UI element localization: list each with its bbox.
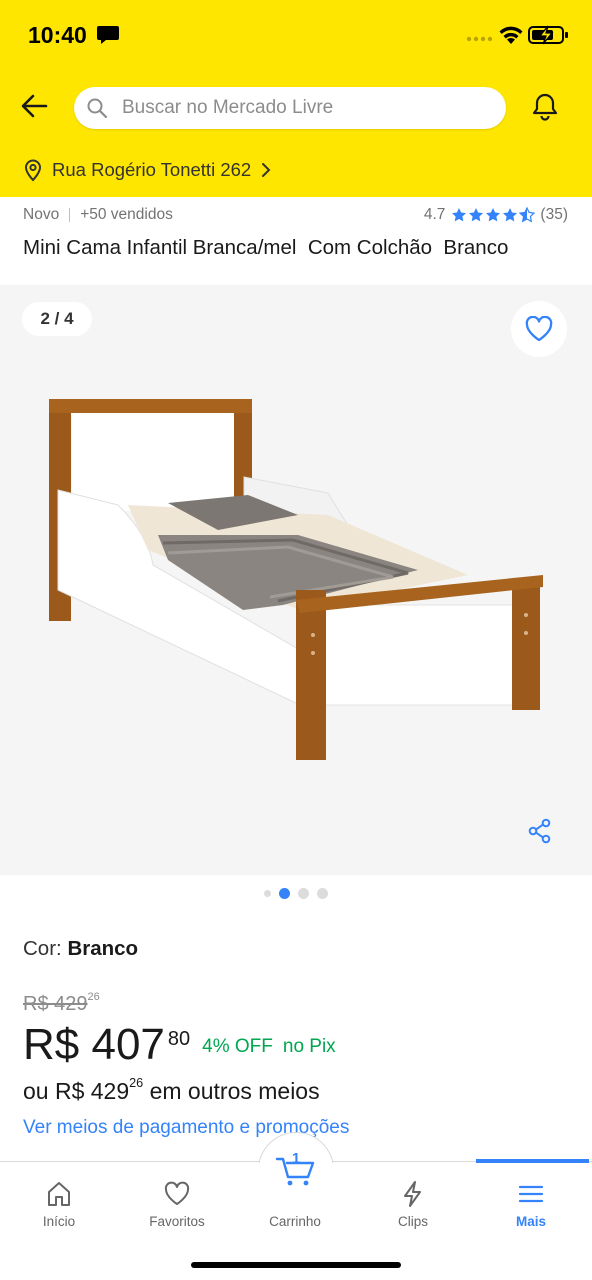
status-bar: 10:40 [0,0,592,72]
status-time: 10:40 [28,22,87,48]
shipping-address[interactable]: Rua Rogério Tonetti 262 [22,156,273,184]
installments-prefix: ou R$ 429 [23,1078,130,1104]
nav-label-carrinho: Carrinho [269,1214,321,1229]
condition-text: Novo [23,206,60,223]
nav-label-favoritos: Favoritos [149,1214,205,1229]
lightning-icon [404,1181,421,1207]
chevron-right-icon [262,163,271,177]
rating-summary[interactable]: 4.7 (35) [424,206,568,224]
current-price: R$ 407 80 4% OFF no Pix [23,1020,336,1070]
product-gallery[interactable]: 2 / 4 [0,285,592,875]
product-subtitle: Novo +50 vendidos [23,206,173,224]
nav-item-inicio[interactable]: Início [0,1162,118,1242]
search-icon [87,98,108,119]
nav-label-mais: Mais [515,1214,546,1229]
rating-stars [451,207,536,223]
product-title: Mini Cama Infantil Branca/mel Com Colchã… [23,236,509,259]
nav-item-mais[interactable]: Mais [472,1162,590,1242]
location-pin-icon [24,159,42,182]
price-amount: R$ 407 [23,1020,165,1069]
nav-item-carrinho[interactable]: Carrinho [236,1162,354,1242]
share-icon[interactable] [527,818,553,844]
header: 10:40 Buscar no Mercado Livre Rua Rogéri… [0,0,592,197]
heart-icon [164,1181,190,1205]
nav-item-clips[interactable]: Clips [354,1162,472,1242]
gallery-pagination-dots [0,886,592,900]
original-price-cents: 26 [87,991,100,1003]
original-price: R$ 42926 [23,991,100,1016]
sold-count-text: +50 vendidos [80,206,173,223]
favorite-button[interactable] [511,301,567,357]
pagination-dot[interactable] [317,887,328,899]
pagination-dot[interactable] [298,887,309,899]
rating-value: 4.7 [423,206,446,223]
search-bar[interactable] [74,87,506,129]
pix-label: no Pix [282,1036,336,1057]
separator [69,208,71,222]
notifications-bell-icon[interactable] [529,91,561,123]
pagination-dot[interactable] [264,889,271,897]
color-selection: Cor: Branco [23,937,138,961]
search-input[interactable] [122,87,492,129]
star-full-icon [452,208,467,222]
home-icon [48,1182,70,1206]
menu-icon [518,1185,544,1203]
installments-cents: 26 [129,1076,144,1090]
product-image-bed [49,399,543,760]
signal-icon [466,36,493,42]
reviews-count: (35) [540,206,568,223]
star-full-icon [503,208,518,222]
original-price-amount: R$ 429 [23,993,88,1015]
installments-suffix: em outros meios [143,1078,320,1104]
installments-text: ou R$ 42926 em outros meios [23,1076,320,1105]
back-arrow-icon[interactable] [18,90,50,122]
star-half-icon [519,207,536,223]
star-full-icon [469,208,484,222]
chat-bubble-icon [97,26,119,44]
color-value: Branco [67,937,139,960]
pagination-dot-active[interactable] [279,887,290,899]
home-indicator [191,1262,401,1268]
wifi-icon [499,26,523,44]
star-full-icon [486,208,501,222]
price-cents: 80 [167,1028,191,1050]
gallery-page-counter: 2 / 4 [22,302,92,336]
nav-label-inicio: Início [42,1214,76,1229]
nav-active-indicator [476,1159,589,1163]
heart-icon [525,316,553,342]
address-text: Rua Rogério Tonetti 262 [52,159,252,180]
color-label: Cor: [23,937,62,960]
battery-charging-icon [528,25,568,45]
discount-badge: 4% OFF [202,1036,273,1057]
nav-item-favoritos[interactable]: Favoritos [118,1162,236,1242]
nav-label-clips: Clips [397,1214,428,1229]
